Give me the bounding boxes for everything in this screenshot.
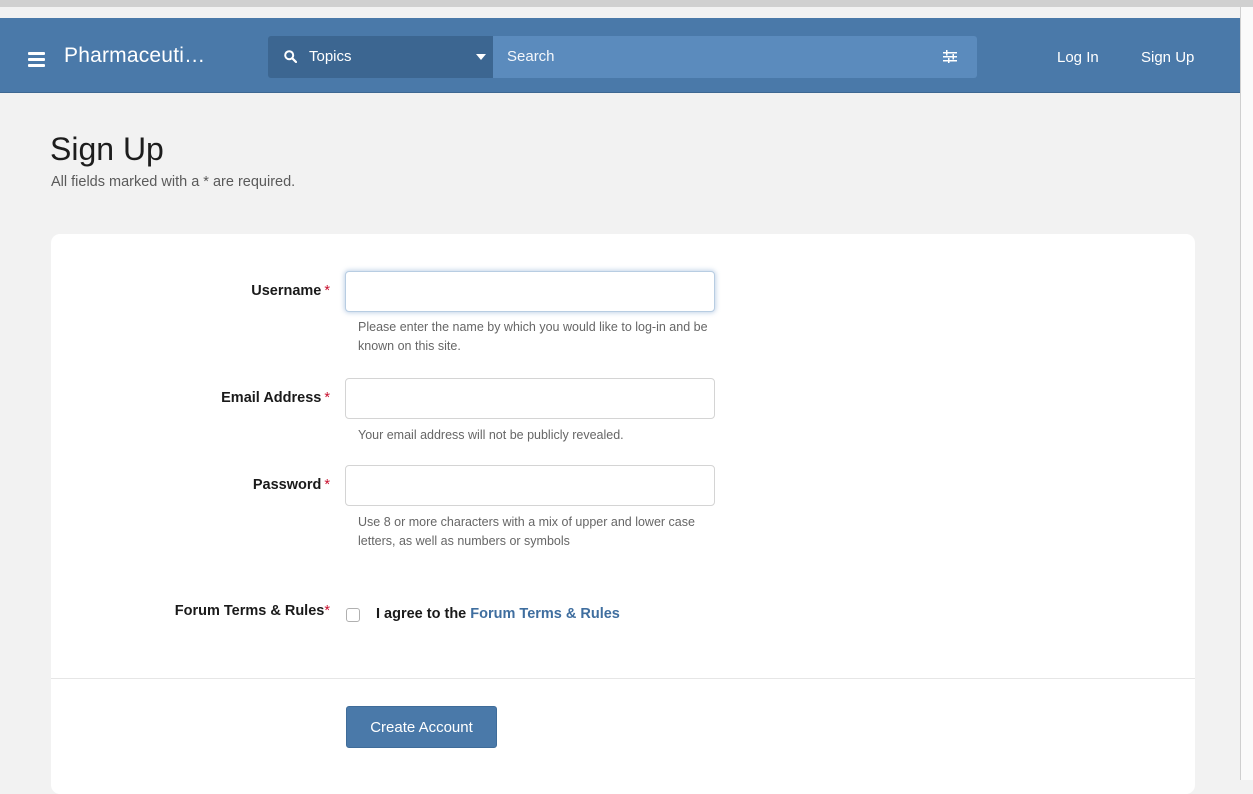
- search-scope-dropdown[interactable]: Topics: [268, 36, 493, 78]
- filter-sliders-icon[interactable]: [943, 50, 957, 67]
- required-marker: *: [324, 603, 330, 619]
- password-label: Password *: [252, 477, 330, 493]
- email-label: Email Address *: [221, 390, 330, 406]
- site-navbar: Pharmaceuti… Topics Search Log In Sign U…: [0, 18, 1240, 93]
- username-hint: Please enter the name by which you would…: [358, 320, 708, 353]
- page-scrollbar[interactable]: [1240, 7, 1253, 780]
- email-hint: Your email address will not be publicly …: [358, 428, 624, 442]
- menu-icon[interactable]: [28, 52, 45, 67]
- browser-top-strip: [0, 0, 1253, 7]
- page-title: Sign Up: [50, 131, 164, 167]
- username-label: Username *: [251, 283, 330, 299]
- search-placeholder: Search: [507, 48, 555, 65]
- required-marker: *: [324, 390, 330, 406]
- password-field[interactable]: [345, 465, 715, 506]
- required-marker: *: [324, 477, 330, 493]
- email-field[interactable]: [345, 378, 715, 419]
- terms-checkbox[interactable]: [346, 608, 360, 622]
- password-hint: Use 8 or more characters with a mix of u…: [358, 515, 695, 548]
- login-link[interactable]: Log In: [1057, 49, 1099, 66]
- username-field[interactable]: [345, 271, 715, 312]
- required-marker: *: [324, 283, 330, 299]
- create-account-button[interactable]: Create Account: [346, 706, 497, 748]
- terms-label: Forum Terms & Rules*: [174, 603, 330, 619]
- search-icon: [284, 50, 298, 67]
- search-scope-label: Topics: [309, 48, 352, 65]
- chevron-down-icon: [476, 54, 486, 60]
- site-title[interactable]: Pharmaceuti…: [64, 44, 205, 68]
- form-divider: [51, 678, 1195, 679]
- search-input[interactable]: Search: [493, 36, 977, 78]
- page-description: All fields marked with a * are required.: [51, 174, 296, 190]
- terms-link[interactable]: Forum Terms & Rules: [470, 606, 620, 622]
- terms-agree-text: I agree to the Forum Terms & Rules: [376, 606, 620, 622]
- signup-link[interactable]: Sign Up: [1141, 49, 1194, 66]
